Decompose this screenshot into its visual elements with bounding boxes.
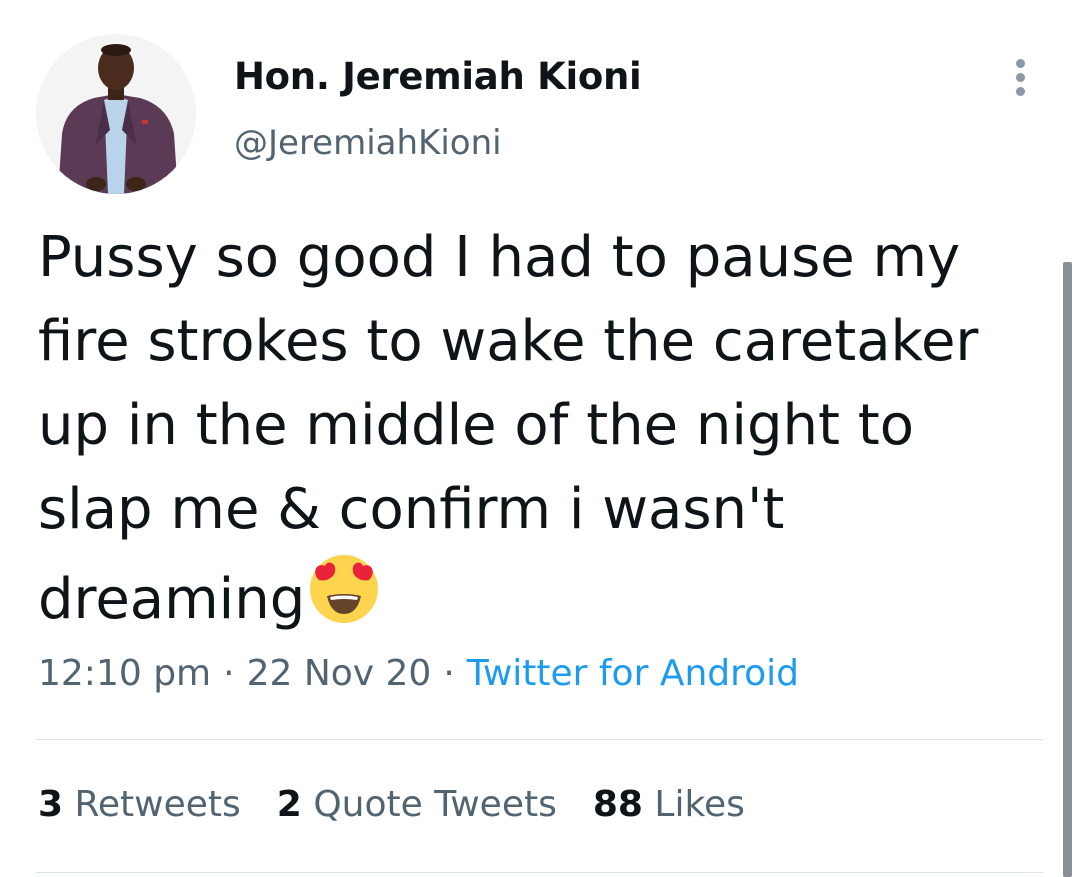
- tweet-text-line: Pussy so good I had to pause my: [38, 225, 961, 290]
- meta-separator: ·: [223, 653, 235, 694]
- heart-eyes-emoji-icon: [307, 552, 381, 650]
- tweet-detail-view: Hon. Jeremiah Kioni @JeremiahKioni Pussy…: [0, 0, 1080, 877]
- tweet-time[interactable]: 12:10 pm: [38, 653, 211, 694]
- author-display-name[interactable]: Hon. Jeremiah Kioni: [234, 55, 642, 98]
- quote-tweets-stat[interactable]: 2 Quote Tweets: [277, 784, 557, 825]
- more-dot: [1015, 72, 1025, 82]
- retweets-stat[interactable]: 3 Retweets: [38, 784, 241, 825]
- retweets-count: 3: [38, 784, 64, 825]
- tweet-metadata: 12:10 pm · 22 Nov 20 · Twitter for Android: [38, 653, 799, 694]
- likes-count: 88: [592, 784, 643, 825]
- more-vertical-icon: [1015, 58, 1025, 68]
- author-handle[interactable]: @JeremiahKioni: [234, 123, 502, 163]
- divider: [36, 872, 1043, 873]
- likes-label: Likes: [654, 784, 745, 825]
- tweet-text-line: fire strokes to wake the caretaker: [38, 309, 979, 374]
- tweet-text-fragment: dreaming: [38, 567, 306, 632]
- more-options-button[interactable]: [1002, 52, 1038, 102]
- meta-separator: ·: [443, 653, 455, 694]
- tweet-date[interactable]: 22 Nov 20: [247, 653, 432, 694]
- retweets-label: Retweets: [74, 784, 241, 825]
- more-dot: [1015, 86, 1025, 96]
- quote-tweets-count: 2: [276, 784, 302, 825]
- likes-stat[interactable]: 88 Likes: [593, 784, 745, 825]
- scrollbar[interactable]: [1063, 262, 1072, 877]
- tweet-text: Pussy so good I had to pause my fire str…: [38, 216, 1053, 636]
- profile-photo-icon: [36, 34, 196, 194]
- engagement-stats: 3 Retweets 2 Quote Tweets 88 Likes: [38, 784, 781, 825]
- tweet-text-line-last: dreaming: [38, 552, 1053, 636]
- tweet-source-link[interactable]: Twitter for Android: [467, 653, 799, 694]
- author-avatar[interactable]: [36, 34, 196, 194]
- tweet-text-line: slap me & confirm i wasn't: [38, 477, 785, 542]
- tweet-text-line: up in the middle of the night to: [38, 393, 914, 458]
- divider: [36, 739, 1043, 740]
- quote-tweets-label: Quote Tweets: [313, 784, 557, 825]
